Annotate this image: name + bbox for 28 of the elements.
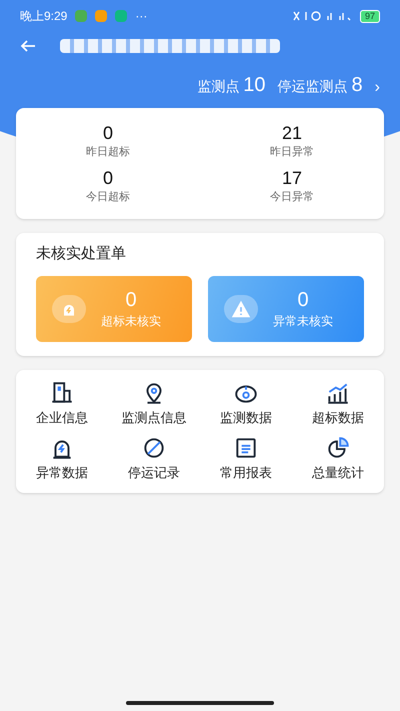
stat-value: 0 — [102, 166, 113, 188]
stat-value: 21 — [282, 122, 302, 144]
stat-value: 17 — [282, 166, 302, 188]
menu-item[interactable]: 总量统计 — [292, 435, 384, 482]
count-value: 8 — [352, 73, 363, 98]
app-notification-icon — [115, 10, 128, 22]
count-value: 10 — [243, 73, 266, 98]
status-icons-drawing — [292, 10, 352, 22]
stat-label: 今日异常 — [270, 190, 314, 204]
menu-item[interactable]: 异常数据 — [16, 435, 108, 482]
back-arrow-icon[interactable] — [20, 39, 36, 53]
count-label: 监测点 — [197, 77, 240, 96]
count-label: 停运监测点 — [278, 77, 348, 96]
menu-item[interactable]: 企业信息 — [16, 380, 108, 427]
stat-label: 昨日异常 — [270, 145, 314, 160]
menu-item[interactable]: 常用报表 — [200, 435, 292, 482]
status-time: 晚上9:29 — [20, 8, 68, 25]
menu-item[interactable]: 监测数据 — [200, 380, 292, 427]
app-notification-icon — [75, 10, 88, 22]
section-title: 未核实处置单 — [36, 244, 127, 264]
menu-item[interactable]: 停运记录 — [108, 435, 200, 482]
app-notification-icon — [95, 10, 108, 22]
more-notifications: ··· — [135, 8, 148, 25]
stat-value: 0 — [102, 122, 113, 144]
stat-label: 昨日超标 — [86, 145, 130, 160]
stat-label: 今日超标 — [86, 190, 130, 204]
menu-item[interactable]: 超标数据 — [292, 380, 384, 427]
menu-item[interactable]: 监测点信息 — [108, 380, 200, 427]
